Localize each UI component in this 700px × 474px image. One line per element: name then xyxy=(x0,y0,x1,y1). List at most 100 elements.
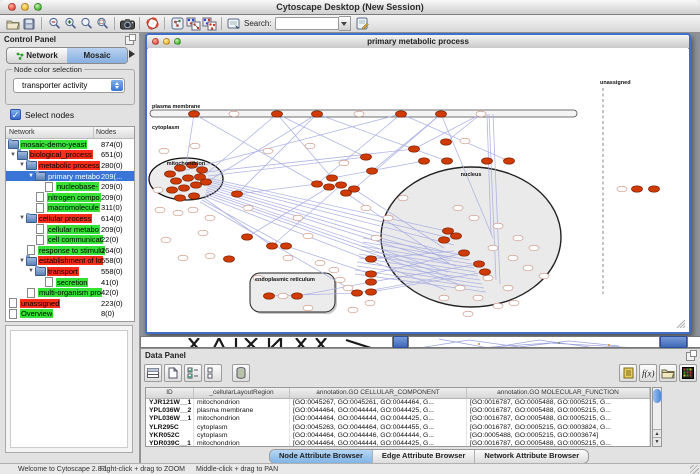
new-network-selected-nodes-all-edges-icon[interactable] xyxy=(185,16,201,31)
node[interactable] xyxy=(272,111,283,117)
node[interactable] xyxy=(361,154,372,160)
node[interactable] xyxy=(483,275,493,281)
node[interactable] xyxy=(224,256,235,262)
node[interactable] xyxy=(442,158,453,164)
zoom-fit-selected-icon[interactable] xyxy=(94,16,110,31)
tree-row[interactable]: cell communicat22(0) xyxy=(6,234,134,245)
node[interactable] xyxy=(243,205,253,211)
node[interactable] xyxy=(441,139,452,145)
expand-arrow-icon[interactable]: ▼ xyxy=(19,160,26,170)
node[interactable] xyxy=(632,186,643,192)
node[interactable] xyxy=(459,250,470,256)
node[interactable] xyxy=(171,178,182,184)
table-row[interactable]: YLR295Ccytoplasm[GO:0045263, GO:0044464,… xyxy=(146,424,650,432)
node[interactable] xyxy=(324,184,335,190)
node[interactable] xyxy=(339,160,349,166)
node[interactable] xyxy=(513,235,523,241)
table-cell[interactable]: YDR039C__1 xyxy=(146,440,194,447)
node[interactable] xyxy=(205,215,215,221)
advanced-search-icon[interactable] xyxy=(355,16,371,31)
network-window-titlebar[interactable]: primary metabolic process xyxy=(147,35,689,49)
app-resize-grip[interactable] xyxy=(690,465,699,474)
node[interactable] xyxy=(281,243,292,249)
table-cell[interactable]: [GO:0016787, GO:0005215, GO:0003824, G..… xyxy=(467,424,650,432)
table-column-header[interactable]: ID xyxy=(146,388,194,398)
table-row[interactable]: YPL036W__2plasma membrane[GO:0044464, GO… xyxy=(146,407,650,415)
node[interactable] xyxy=(197,167,208,173)
attribute-table-header[interactable]: ID_cellularLayoutRegionannotation.GO CEL… xyxy=(146,388,650,399)
node[interactable] xyxy=(371,235,381,241)
node[interactable] xyxy=(523,265,533,271)
open-file-icon[interactable] xyxy=(5,16,21,31)
node[interactable] xyxy=(482,158,493,164)
node[interactable] xyxy=(419,158,430,164)
node[interactable] xyxy=(348,307,358,313)
table-row[interactable]: YPL036W__1mitochondrion[GO:0044464, GO:0… xyxy=(146,415,650,423)
node[interactable] xyxy=(315,260,325,266)
tree-row[interactable]: secretion41(0) xyxy=(6,277,134,288)
search-dropdown-arrow[interactable] xyxy=(339,16,351,31)
tree-column-network[interactable]: Network xyxy=(6,127,94,138)
window-resize-grip[interactable] xyxy=(676,319,686,329)
node[interactable] xyxy=(473,295,483,301)
node[interactable] xyxy=(469,215,479,221)
import-attributes-icon[interactable] xyxy=(659,364,677,382)
node-color-dropdown[interactable]: transporter activity xyxy=(13,78,125,93)
node[interactable] xyxy=(179,185,190,191)
table-cell[interactable]: YKR052C xyxy=(146,432,194,440)
node[interactable] xyxy=(396,111,407,117)
table-cell[interactable]: [GO:0045263, GO:0044464, GO:0044455, G..… xyxy=(290,424,467,432)
scroll-down-icon[interactable]: ▼ xyxy=(653,437,661,446)
node[interactable] xyxy=(305,143,315,149)
node[interactable] xyxy=(189,111,200,117)
table-cell[interactable]: mitochondrion xyxy=(194,440,290,447)
help-icon[interactable] xyxy=(144,16,160,31)
attribute-checklist-icon[interactable] xyxy=(184,364,202,382)
node[interactable] xyxy=(336,182,347,188)
table-cell[interactable]: [GO:0044464, GO:0044446, GO:0044444, G..… xyxy=(290,432,467,440)
node[interactable] xyxy=(205,253,215,259)
attribute-browser-tab[interactable]: Network Attribute Browser xyxy=(475,450,588,463)
tree-row[interactable]: ▼transport558(0) xyxy=(6,266,134,277)
tree-row[interactable]: nucleobase-209(0) xyxy=(6,181,134,192)
node[interactable] xyxy=(341,190,352,196)
expand-arrow-icon[interactable]: ▼ xyxy=(10,150,17,160)
node[interactable] xyxy=(155,207,165,213)
background-window-titlebar-sliver[interactable] xyxy=(393,336,408,348)
node[interactable] xyxy=(361,205,371,211)
node[interactable] xyxy=(335,277,345,283)
node[interactable] xyxy=(312,111,323,117)
tab-scroll-right-icon[interactable] xyxy=(129,50,135,58)
table-cell[interactable]: YPL036W__1 xyxy=(146,415,194,423)
node[interactable] xyxy=(539,273,549,279)
zoom-reset-icon[interactable] xyxy=(78,16,94,31)
node[interactable] xyxy=(159,148,169,154)
node[interactable] xyxy=(343,285,353,291)
node[interactable] xyxy=(183,175,194,181)
graphics-details-icon[interactable] xyxy=(169,16,185,31)
node[interactable] xyxy=(439,295,449,301)
table-cell[interactable]: [GO:0044464, GO:0044444, GO:0044425, G..… xyxy=(290,440,467,447)
node[interactable] xyxy=(649,186,660,192)
table-cell[interactable]: cytoplasm xyxy=(194,432,290,440)
node[interactable] xyxy=(329,267,339,273)
node[interactable] xyxy=(267,243,278,249)
node[interactable] xyxy=(529,245,539,251)
node[interactable] xyxy=(292,293,303,299)
table-cell[interactable]: [GO:0016787, GO:0005488, GO:0005215, G..… xyxy=(467,415,650,423)
select-nodes-checkbox[interactable]: ✓ xyxy=(10,109,21,120)
attribute-list-icon[interactable] xyxy=(204,364,222,382)
delete-attribute-icon[interactable] xyxy=(232,364,250,382)
node[interactable] xyxy=(312,181,323,187)
tab-mosaic[interactable]: Mosaic xyxy=(67,48,127,63)
table-cell[interactable]: YPL036W__2 xyxy=(146,407,194,415)
tree-row[interactable]: response to stimulu264(0) xyxy=(6,245,134,256)
expand-arrow-icon[interactable]: ▼ xyxy=(28,171,35,181)
tree-row[interactable]: nitrogen compo209(0) xyxy=(6,192,134,203)
network-window-zoom-icon[interactable] xyxy=(174,38,181,45)
new-attribute-icon[interactable] xyxy=(164,364,182,382)
node[interactable] xyxy=(476,111,486,117)
tree-row[interactable]: ▼cellular process614(0) xyxy=(6,213,134,224)
background-window-sliver[interactable] xyxy=(408,336,660,348)
table-row[interactable]: YJR121W__1mitochondrion[GO:0045267, GO:0… xyxy=(146,399,650,407)
